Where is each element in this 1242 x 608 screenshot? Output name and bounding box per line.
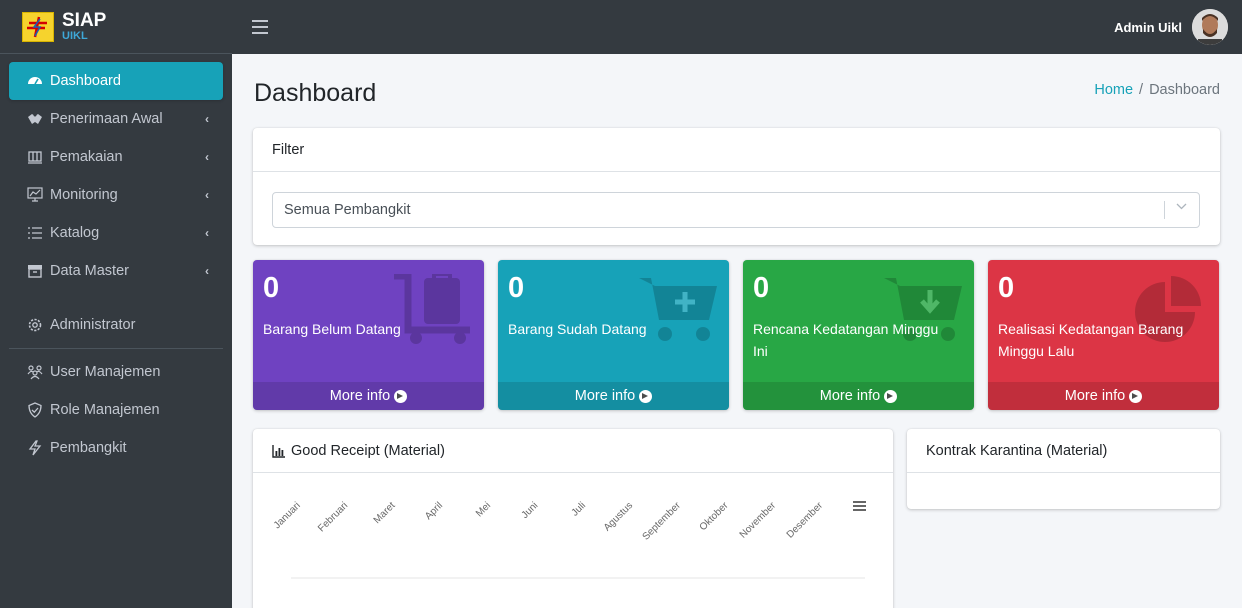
archive-icon [26,262,44,280]
sidebar-nav: Dashboard Penerimaan Awal ‹ Pemakaian ‹ … [0,54,232,467]
brand[interactable]: SIAP UIKL [0,0,232,54]
filter-card: Filter Semua Pembangkit [253,128,1220,245]
brand-subtitle: UIKL [62,30,88,42]
user-menu[interactable]: Admin Uikl [1114,9,1228,45]
stat-box-barang-belum-datang: 0 Barang Belum Datang More info [253,260,484,410]
sidebar: SIAP UIKL Dashboard Penerimaan Awal ‹ Pe… [0,0,232,608]
arrow-circle-right-icon [1129,389,1143,403]
sidebar-item-user-manajemen[interactable]: User Manajemen [9,353,223,391]
stat-label: Rencana Kedatangan Minggu Ini [753,321,939,359]
dolly-icon [26,148,44,166]
sidebar-item-katalog[interactable]: Katalog ‹ [9,214,223,252]
menu-toggle-icon[interactable] [252,20,268,34]
stat-box-barang-sudah-datang: 0 Barang Sudah Datang More info [498,260,729,410]
top-navbar: Admin Uikl [232,0,1242,54]
power-icon [26,439,44,457]
brand-title: SIAP [62,10,107,31]
sidebar-item-label: User Manajemen [50,364,161,380]
sidebar-item-label: Pemakaian [50,149,123,165]
breadcrumb: Home / Dashboard [1094,82,1220,98]
sidebar-item-data-master[interactable]: Data Master ‹ [9,252,223,290]
chevron-left-icon: ‹ [205,188,209,202]
list-icon [26,224,44,242]
pembangkit-select-value: Semua Pembangkit [284,202,411,218]
chevron-down-icon [1176,201,1187,213]
brand-logo-icon [22,11,54,42]
stat-value: 0 [263,272,280,304]
chevron-left-icon: ‹ [205,112,209,126]
more-info-link[interactable]: More info [988,382,1219,410]
chevron-left-icon: ‹ [205,150,209,164]
sidebar-item-label: Data Master [50,263,129,279]
shield-check-icon [26,401,44,419]
stat-value: 0 [753,272,770,304]
sidebar-item-label: Penerimaan Awal [50,111,163,127]
sidebar-item-role-manajemen[interactable]: Role Manajemen [9,391,223,429]
main-content: Dashboard Home / Dashboard Filter Semua Pe… [232,54,1242,608]
sidebar-item-label: Administrator [50,317,136,333]
stat-label: Barang Belum Datang [263,321,401,337]
sidebar-item-pemakaian[interactable]: Pemakaian ‹ [9,138,223,176]
dashboard-icon [26,72,44,90]
sidebar-item-label: Pembangkit [50,440,127,456]
sidebar-item-dashboard[interactable]: Dashboard [9,62,223,100]
users-icon [26,363,44,381]
sidebar-item-administrator[interactable]: Administrator [9,306,223,344]
stat-box-rencana-kedatangan: 0 Rencana Kedatangan Minggu Ini More inf… [743,260,974,410]
more-info-link[interactable]: More info [498,382,729,410]
more-info-link[interactable]: More info [253,382,484,410]
filter-card-title: Filter [253,128,1220,172]
stat-label: Realisasi Kedatangan Barang Minggu Lalu [998,321,1184,359]
sidebar-divider [9,348,223,349]
more-info-link[interactable]: More info [743,382,974,410]
sidebar-item-label: Monitoring [50,187,118,203]
stat-value: 0 [998,272,1015,304]
good-receipt-card: Good Receipt (Material) Januari Februari M… [253,429,893,608]
page-title: Dashboard [254,79,377,107]
user-name: Admin Uikl [1114,19,1182,35]
breadcrumb-home-link[interactable]: Home [1094,82,1133,98]
avatar[interactable] [1192,9,1228,45]
chevron-left-icon: ‹ [205,226,209,240]
arrow-circle-right-icon [884,389,898,403]
arrow-circle-right-icon [394,389,408,403]
sidebar-item-monitoring[interactable]: Monitoring ‹ [9,176,223,214]
gear-icon [26,316,44,334]
chevron-left-icon: ‹ [205,264,209,278]
pembangkit-select[interactable]: Semua Pembangkit [272,192,1200,228]
stat-label: Barang Sudah Datang [508,321,647,337]
chart-canvas [291,577,865,579]
sidebar-item-label: Katalog [50,225,100,241]
hands-helping-icon [26,110,44,128]
stat-box-realisasi-kedatangan: 0 Realisasi Kedatangan Barang Minggu Lal… [988,260,1219,410]
sidebar-item-pembangkit[interactable]: Pembangkit [9,429,223,467]
sidebar-item-penerimaan-awal[interactable]: Penerimaan Awal ‹ [9,100,223,138]
monitor-chart-icon [26,186,44,204]
sidebar-item-label: Role Manajemen [50,402,160,418]
arrow-circle-right-icon [639,389,653,403]
breadcrumb-current: Dashboard [1149,82,1220,98]
stat-value: 0 [508,272,525,304]
sidebar-item-label: Dashboard [50,73,121,89]
kontrak-karantina-card: Kontrak Karantina (Material) [907,429,1220,509]
kontrak-karantina-title: Kontrak Karantina (Material) [907,429,1220,473]
